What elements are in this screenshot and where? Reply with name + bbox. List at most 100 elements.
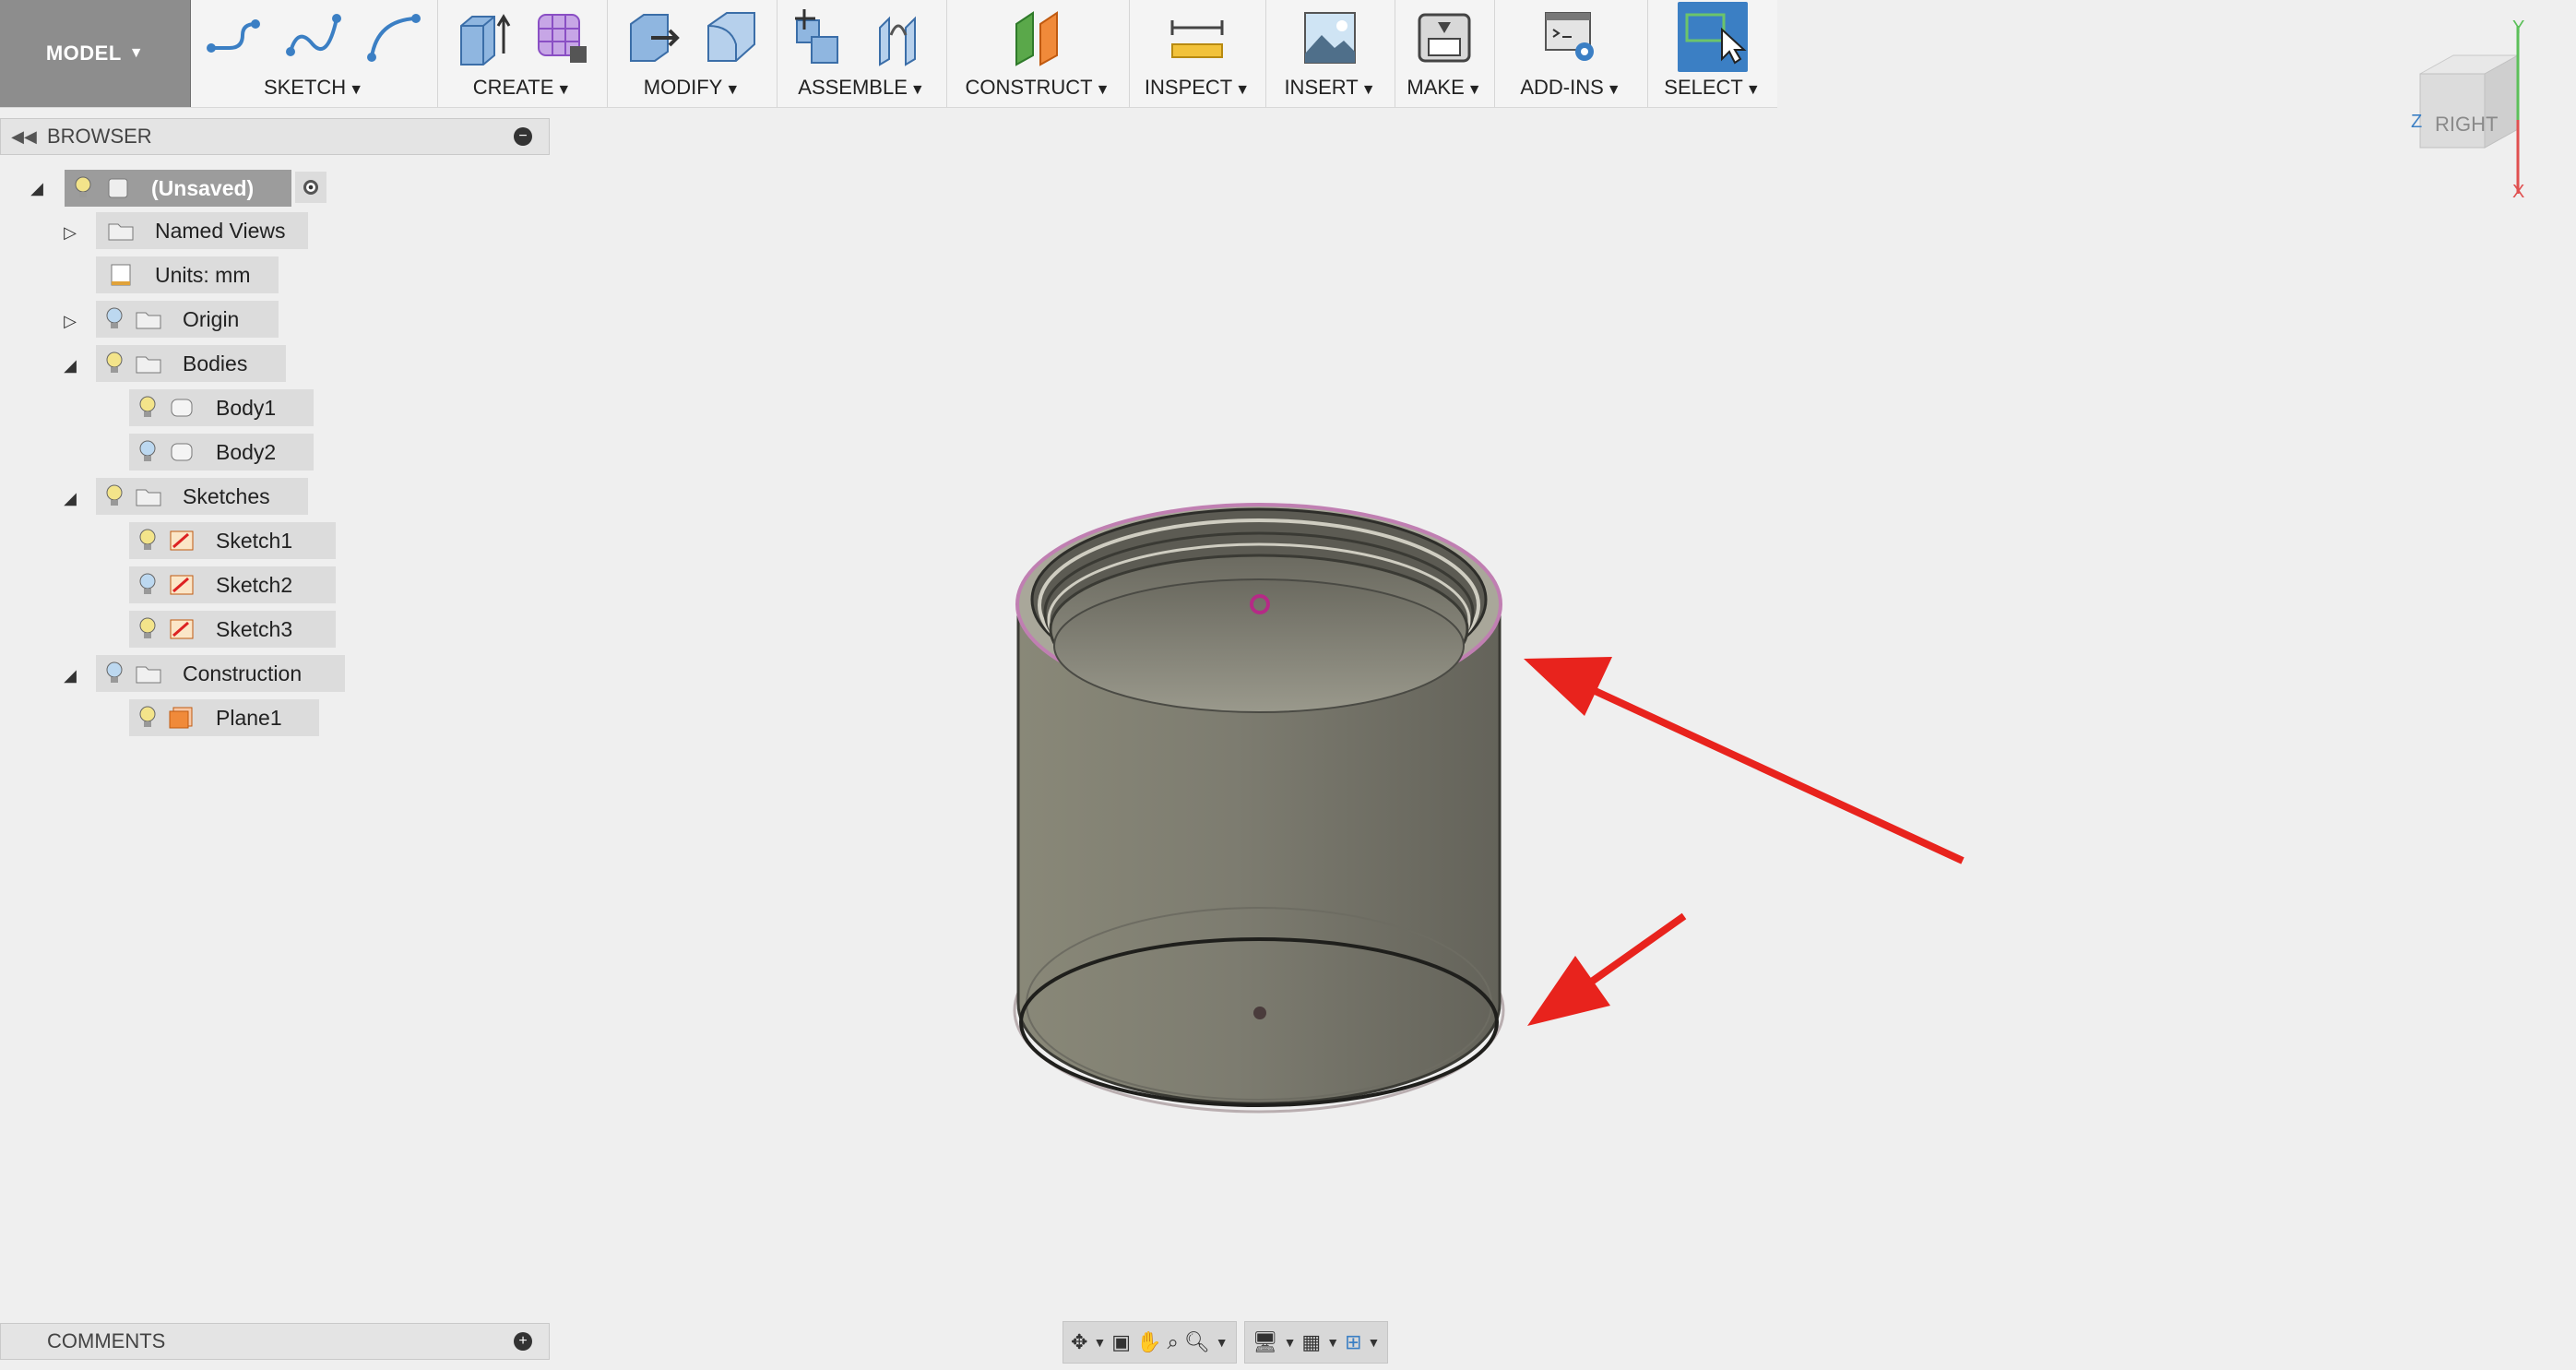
browser-root-node[interactable]: (Unsaved) bbox=[65, 170, 291, 207]
lightbulb-icon[interactable] bbox=[105, 351, 124, 375]
y-axis-label: Y bbox=[2512, 18, 2524, 38]
folder-icon bbox=[136, 666, 161, 684]
browser-item-label: Origin bbox=[183, 306, 240, 331]
scripts-icon[interactable] bbox=[1542, 7, 1599, 66]
lightbulb-icon[interactable] bbox=[138, 573, 157, 597]
assemble-group[interactable]: ASSEMBLE ▼ bbox=[777, 0, 947, 107]
browser-item-named-views[interactable]: Named Views bbox=[96, 212, 308, 249]
root-label: (Unsaved) bbox=[151, 175, 255, 200]
comments-header[interactable]: COMMENTS + bbox=[0, 1323, 550, 1360]
create-group[interactable]: CREATE ▼ bbox=[437, 0, 608, 107]
browser-item-sketch1[interactable]: Sketch1 bbox=[129, 522, 336, 559]
look-at-icon[interactable]: ▣ bbox=[1111, 1330, 1131, 1354]
make-group[interactable]: MAKE ▼ bbox=[1395, 0, 1495, 107]
browser-header[interactable]: ◀◀ BROWSER − bbox=[0, 118, 550, 155]
chevron-down-icon: ▼ bbox=[725, 82, 741, 98]
folder-icon bbox=[136, 489, 161, 506]
joint-icon[interactable] bbox=[873, 7, 930, 66]
collapse-panel-icon[interactable]: ◀◀ bbox=[1, 127, 47, 147]
chevron-down-icon[interactable]: ▼ bbox=[1093, 1335, 1106, 1350]
comments-title: COMMENTS bbox=[47, 1329, 166, 1352]
lightbulb-icon[interactable] bbox=[138, 617, 157, 641]
activate-radio-icon[interactable] bbox=[295, 172, 326, 203]
browser-item-body1[interactable]: Body1 bbox=[129, 389, 314, 426]
browser-item-body2[interactable]: Body2 bbox=[129, 434, 314, 471]
browser-item-origin[interactable]: Origin bbox=[96, 301, 279, 338]
press-pull-icon[interactable] bbox=[623, 7, 681, 66]
workspace-switcher[interactable]: MODEL ▼ bbox=[0, 0, 191, 107]
add-comment-icon[interactable]: + bbox=[514, 1332, 532, 1351]
lightbulb-icon[interactable] bbox=[105, 661, 124, 685]
workspace-label: MODEL bbox=[45, 42, 122, 65]
select-icon[interactable] bbox=[1677, 2, 1748, 72]
chevron-down-icon[interactable]: ▼ bbox=[1284, 1335, 1297, 1350]
cylinder-body[interactable] bbox=[1013, 503, 1505, 1114]
collapse-triangle-icon[interactable]: ◢ bbox=[59, 354, 81, 376]
lightbulb-icon[interactable] bbox=[138, 440, 157, 464]
display-settings-icon[interactable]: 🖥︎ bbox=[1252, 1330, 1278, 1354]
chevron-down-icon[interactable]: ▼ bbox=[1216, 1335, 1229, 1350]
lightbulb-icon[interactable] bbox=[105, 484, 124, 508]
zoom-icon[interactable]: 🔍︎ bbox=[1184, 1330, 1210, 1354]
spline-icon[interactable] bbox=[285, 7, 342, 66]
chevron-down-icon: ▼ bbox=[349, 82, 364, 98]
annotation-arrow-bottom bbox=[1527, 912, 1687, 1026]
insert-group[interactable]: INSERT ▼ bbox=[1265, 0, 1395, 107]
arc-icon[interactable] bbox=[364, 7, 421, 66]
new-component-icon[interactable] bbox=[793, 7, 850, 66]
insert-image-icon[interactable] bbox=[1301, 7, 1359, 66]
3d-print-icon[interactable] bbox=[1416, 7, 1473, 66]
select-group[interactable]: SELECT ▼ bbox=[1647, 0, 1777, 107]
browser-item-bodies[interactable]: Bodies bbox=[96, 345, 286, 382]
collapse-triangle-icon[interactable]: ◢ bbox=[26, 177, 48, 199]
browser-item-construction[interactable]: Construction bbox=[96, 655, 345, 692]
body-icon bbox=[171, 399, 193, 417]
grid-icon[interactable]: ▦ bbox=[1301, 1330, 1321, 1354]
line-icon[interactable] bbox=[206, 7, 263, 66]
offset-plane-icon[interactable] bbox=[1009, 7, 1066, 66]
modify-group[interactable]: MODIFY ▼ bbox=[607, 0, 778, 107]
browser-item-label: Plane1 bbox=[216, 705, 282, 730]
sketch-group[interactable]: SKETCH ▼ bbox=[190, 0, 438, 107]
expand-triangle-icon[interactable]: ▷ bbox=[59, 310, 81, 332]
add-ins-group[interactable]: ADD-INS ▼ bbox=[1494, 0, 1648, 107]
lightbulb-icon[interactable] bbox=[74, 176, 92, 200]
chevron-down-icon[interactable]: ▼ bbox=[1368, 1335, 1381, 1350]
collapse-triangle-icon[interactable]: ◢ bbox=[59, 487, 81, 509]
browser-item-label: Sketch2 bbox=[216, 572, 293, 597]
lightbulb-icon[interactable] bbox=[138, 706, 157, 730]
form-icon[interactable] bbox=[533, 7, 590, 66]
zoom-window-icon[interactable]: ⌕ bbox=[1168, 1330, 1179, 1354]
viewcube[interactable]: RIGHT Y Z X bbox=[2398, 18, 2576, 203]
fillet-icon[interactable] bbox=[703, 7, 760, 66]
browser-item-units[interactable]: Units: mm bbox=[96, 256, 279, 293]
expand-triangle-icon[interactable]: ▷ bbox=[59, 221, 81, 244]
lightbulb-icon[interactable] bbox=[138, 396, 157, 420]
browser-item-sketch3[interactable]: Sketch3 bbox=[129, 611, 336, 648]
viewcube-face-label[interactable]: RIGHT bbox=[2435, 113, 2498, 136]
viewports-icon[interactable]: ⊞ bbox=[1345, 1330, 1361, 1354]
orbit-icon[interactable]: ✥ bbox=[1071, 1330, 1087, 1354]
browser-item-label: Units: mm bbox=[155, 262, 251, 287]
chevron-down-icon: ▼ bbox=[128, 45, 145, 61]
browser-item-plane1[interactable]: Plane1 bbox=[129, 699, 319, 736]
chevron-down-icon: ▼ bbox=[1095, 82, 1110, 98]
collapse-triangle-icon[interactable]: ◢ bbox=[59, 664, 81, 686]
construct-label: CONSTRUCT bbox=[965, 76, 1093, 99]
3d-viewport[interactable] bbox=[0, 0, 2576, 1370]
chevron-down-icon[interactable]: ▼ bbox=[1326, 1335, 1339, 1350]
display-settings-group: 🖥︎ ▼ ▦ ▼ ⊞ ▼ bbox=[1243, 1321, 1389, 1364]
browser-item-sketches[interactable]: Sketches bbox=[96, 478, 308, 515]
lightbulb-icon[interactable] bbox=[138, 529, 157, 553]
construct-group[interactable]: CONSTRUCT ▼ bbox=[946, 0, 1130, 107]
extrude-icon[interactable] bbox=[454, 7, 511, 66]
folder-icon bbox=[136, 312, 161, 329]
minimize-icon[interactable]: − bbox=[514, 127, 532, 146]
measure-icon[interactable] bbox=[1169, 7, 1226, 66]
lightbulb-icon[interactable] bbox=[105, 307, 124, 331]
inspect-group[interactable]: INSPECT ▼ bbox=[1129, 0, 1266, 107]
select-label: SELECT bbox=[1664, 76, 1743, 99]
pan-icon[interactable]: ✋ bbox=[1136, 1330, 1161, 1354]
browser-item-sketch2[interactable]: Sketch2 bbox=[129, 566, 336, 603]
units-document-icon bbox=[111, 264, 131, 286]
